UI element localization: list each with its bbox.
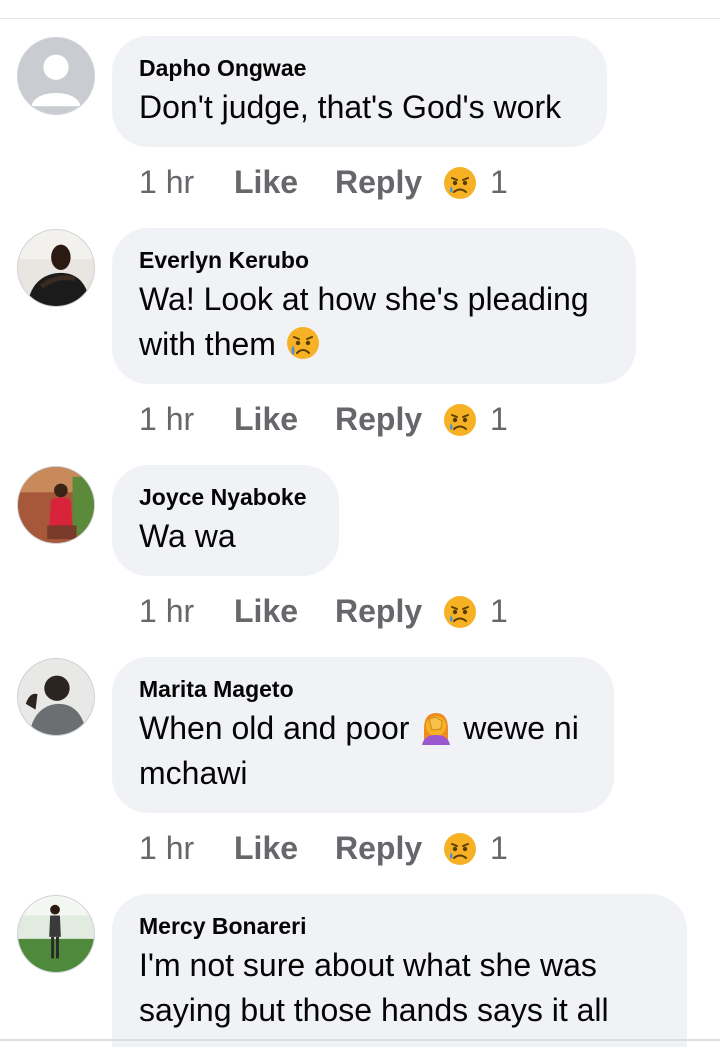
like-button[interactable]: Like: [234, 591, 298, 631]
reply-button[interactable]: Reply: [335, 591, 422, 631]
comment-text: Wa wa: [139, 518, 236, 554]
woman-facepalming-emoji: [418, 709, 454, 745]
comment-bubble[interactable]: Everlyn Kerubo Wa! Look at how she's ple…: [112, 228, 636, 384]
comment-bubble[interactable]: Marita Mageto When old and poor wewe ni …: [112, 657, 614, 813]
sad-face-reaction-icon[interactable]: [442, 594, 478, 630]
comment-time[interactable]: 1 hr: [139, 399, 194, 439]
reply-button[interactable]: Reply: [335, 399, 422, 439]
sad-face-reaction-icon[interactable]: [442, 831, 478, 867]
reaction-count[interactable]: 1: [490, 828, 508, 868]
comment-author[interactable]: Joyce Nyaboke: [139, 484, 312, 510]
comment-text: When old and poor wewe ni mchawi: [139, 709, 579, 791]
comment-bubble[interactable]: Mercy Bonareri I'm not sure about what s…: [112, 894, 687, 1047]
comment-text: I'm not sure about what she was saying b…: [139, 947, 609, 1028]
avatar-default-icon[interactable]: [17, 37, 95, 115]
top-divider: [0, 18, 720, 19]
avatar[interactable]: [17, 658, 95, 736]
comment-bubble[interactable]: Dapho Ongwae Don't judge, that's God's w…: [112, 36, 607, 147]
sad-face-reaction-icon[interactable]: [442, 402, 478, 438]
comment-time[interactable]: 1 hr: [139, 162, 194, 202]
sad-face-reaction-icon[interactable]: [442, 165, 478, 201]
reply-button[interactable]: Reply: [335, 162, 422, 202]
comment-bubble[interactable]: Joyce Nyaboke Wa wa: [112, 465, 339, 576]
avatar[interactable]: [17, 466, 95, 544]
crying-face-emoji: [285, 325, 321, 361]
bottom-divider: [0, 1039, 720, 1041]
comment-author[interactable]: Marita Mageto: [139, 676, 587, 702]
comment-text: Wa! Look at how she's pleading with them: [139, 281, 589, 362]
reaction-count[interactable]: 1: [490, 591, 508, 631]
comment-author[interactable]: Dapho Ongwae: [139, 55, 580, 81]
like-button[interactable]: Like: [234, 399, 298, 439]
reaction-count[interactable]: 1: [490, 399, 508, 439]
like-button[interactable]: Like: [234, 162, 298, 202]
like-button[interactable]: Like: [234, 828, 298, 868]
avatar[interactable]: [17, 229, 95, 307]
reply-button[interactable]: Reply: [335, 828, 422, 868]
avatar[interactable]: [17, 895, 95, 973]
comment-time[interactable]: 1 hr: [139, 828, 194, 868]
comment-text: Don't judge, that's God's work: [139, 89, 562, 125]
comment-time[interactable]: 1 hr: [139, 591, 194, 631]
comment-author[interactable]: Everlyn Kerubo: [139, 247, 609, 273]
comment-author[interactable]: Mercy Bonareri: [139, 913, 660, 939]
reaction-count[interactable]: 1: [490, 162, 508, 202]
